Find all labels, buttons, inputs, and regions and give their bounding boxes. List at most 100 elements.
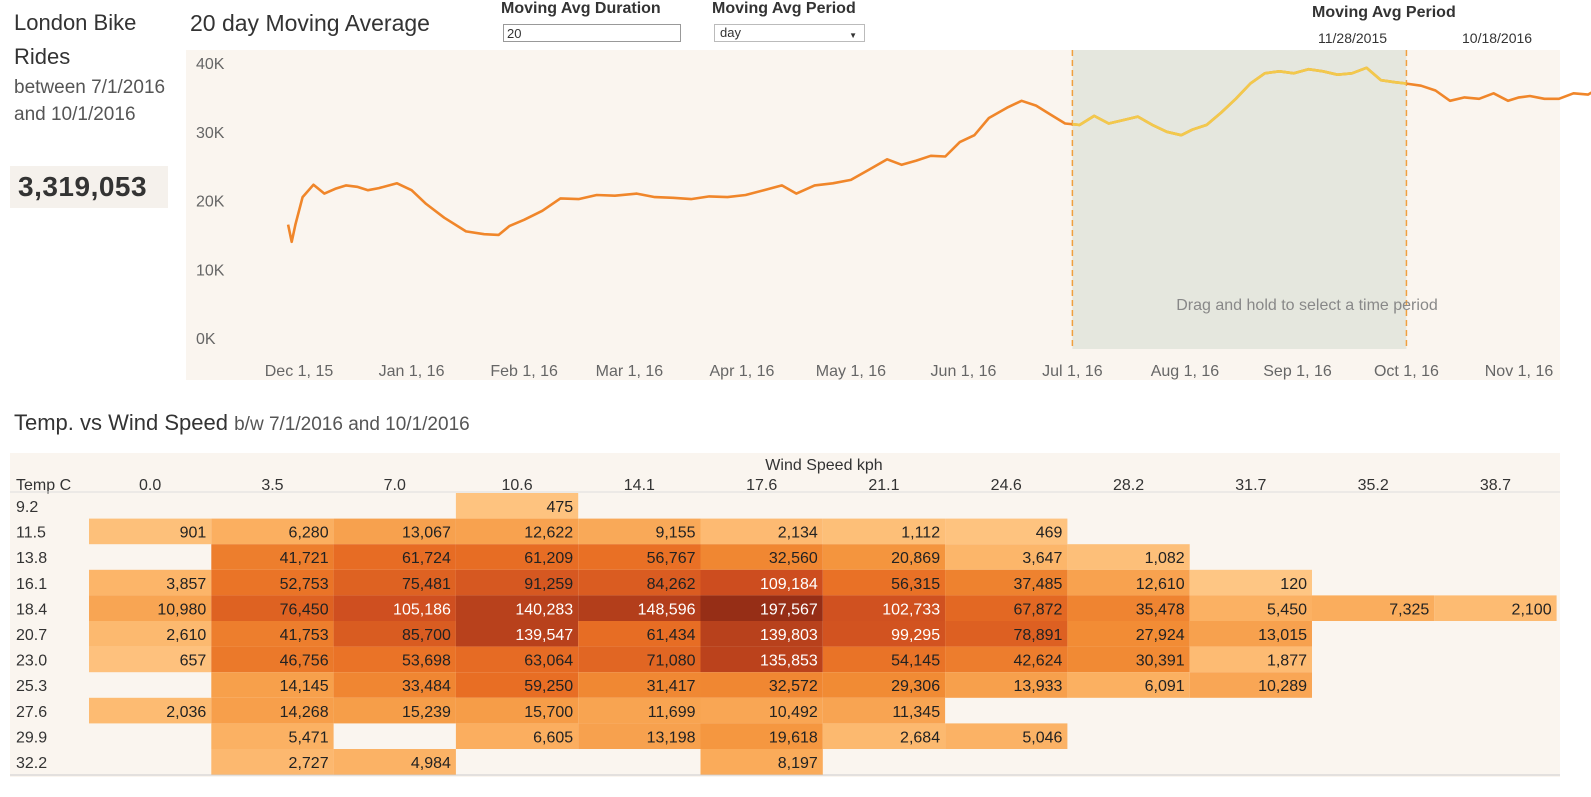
y-tick-label: 16.1	[16, 576, 47, 593]
heatmap-cell-label: 59,250	[524, 678, 573, 695]
heatmap-cell-label: 91,259	[524, 576, 573, 593]
heatmap-cell-label: 105,186	[393, 601, 451, 618]
heatmap-cell-label: 29,306	[891, 678, 940, 695]
x-tick-label: Oct 1, 16	[1374, 363, 1439, 380]
heatmap-cell-label: 56,315	[891, 576, 940, 593]
x-tick-label: 3.5	[261, 477, 283, 494]
y-tick-label: 30K	[196, 125, 225, 142]
heatmap-cell-label: 84,262	[647, 576, 696, 593]
heatmap-cell-label: 197,567	[760, 601, 818, 618]
heatmap-cell-label: 6,605	[533, 729, 573, 746]
heatmap-cell-label: 53,698	[402, 653, 451, 670]
heatmap-cell-label: 13,015	[1258, 627, 1307, 644]
heatmap-cell-label: 14,268	[280, 704, 329, 721]
heatmap-cell-label: 75,481	[402, 576, 451, 593]
heatmap-cell-label: 13,067	[402, 525, 451, 542]
heatmap-cell-label: 5,471	[289, 729, 329, 746]
heatmap-cell-label: 15,700	[524, 704, 573, 721]
heatmap-cell-label: 3,647	[1022, 550, 1062, 567]
heatmap-cell-label: 20,869	[891, 550, 940, 567]
heatmap-cell-label: 1,082	[1145, 550, 1185, 567]
temp-wind-heatmap: Wind Speed kph Temp C 0.0 3.5 7.0 10.6 14.1 17.…	[10, 453, 1560, 777]
y-axis-title: Temp C	[16, 477, 71, 494]
heatmap-cell-label: 475	[546, 499, 573, 516]
heatmap-cell-label: 30,391	[1136, 653, 1185, 670]
heatmap-cell-label: 657	[180, 653, 207, 670]
y-tick-label: 20.7	[16, 627, 47, 644]
heatmap-cell-label: 99,295	[891, 627, 940, 644]
heatmap-cell-label: 120	[1280, 576, 1307, 593]
x-tick-label: Nov 1, 16	[1485, 363, 1554, 380]
heatmap-cell-label: 41,721	[280, 550, 329, 567]
heatmap-cell-label: 2,036	[166, 704, 206, 721]
heatmap-cell-label: 27,924	[1136, 627, 1185, 644]
heatmap-cell-label: 139,547	[515, 627, 573, 644]
moving-average-chart[interactable]: 0K 10K 20K 30K 40K Dec 1, 15 Jan 1, 16 Feb 1, 1…	[0, 0, 1591, 395]
x-tick-label: Mar 1, 16	[596, 363, 664, 380]
heatmap-cell-label: 1,112	[901, 525, 940, 542]
x-tick-label: 0.0	[139, 477, 161, 494]
x-tick-label: 17.6	[746, 477, 777, 494]
heatmap-cell-label: 32,572	[769, 678, 818, 695]
heatmap-title: Temp. vs Wind Speed b/w 7/1/2016 and 10/…	[14, 410, 470, 436]
heatmap-cell-label: 67,872	[1013, 601, 1062, 618]
x-tick-label: 28.2	[1113, 477, 1144, 494]
selection-hint: Drag and hold to select a time period	[1176, 297, 1437, 314]
x-tick-label: 21.1	[868, 477, 899, 494]
x-tick-label: 7.0	[384, 477, 406, 494]
heatmap-cell-label: 71,080	[647, 653, 696, 670]
heatmap-cell-label: 37,485	[1013, 576, 1062, 593]
heatmap-cell-label: 6,280	[289, 525, 329, 542]
heatmap-cell-label: 54,145	[891, 653, 940, 670]
heatmap-title-main: Temp. vs Wind Speed	[14, 410, 228, 435]
heatmap-cell-label: 61,724	[402, 550, 451, 567]
heatmap-cell-label: 41,753	[280, 627, 329, 644]
heatmap-cell-label: 102,733	[882, 601, 940, 618]
heatmap-cell-label: 135,853	[760, 653, 818, 670]
x-tick-label: 10.6	[501, 477, 532, 494]
heatmap-cell-label: 148,596	[638, 601, 696, 618]
x-tick-label: Jul 1, 16	[1042, 363, 1103, 380]
heatmap-cell-label: 10,289	[1258, 678, 1307, 695]
heatmap-cell-label: 5,046	[1022, 729, 1062, 746]
y-tick-label: 11.5	[16, 525, 46, 542]
x-axis-title: Wind Speed kph	[765, 457, 882, 474]
y-tick-label: 9.2	[16, 499, 38, 516]
heatmap-cell-label: 19,618	[769, 729, 818, 746]
heatmap-cell-label: 85,700	[402, 627, 451, 644]
y-tick-label: 40K	[196, 56, 225, 73]
heatmap-cell-label: 33,484	[402, 678, 451, 695]
heatmap-cell-label: 14,145	[280, 678, 329, 695]
heatmap-cell-label: 56,767	[647, 550, 696, 567]
x-tick-label: Apr 1, 16	[710, 363, 775, 380]
y-tick-label: 25.3	[16, 678, 47, 695]
heatmap-cell-label: 3,857	[166, 576, 206, 593]
y-tick-label: 20K	[196, 194, 225, 211]
heatmap-cell-label: 12,610	[1136, 576, 1185, 593]
heatmap-cell-label: 2,134	[778, 525, 818, 542]
y-tick-label: 27.6	[16, 704, 47, 721]
heatmap-cell-label: 8,197	[778, 755, 818, 772]
heatmap-cell-label: 2,727	[289, 755, 329, 772]
heatmap-cell-label: 35,478	[1136, 601, 1185, 618]
heatmap-cell-label: 2,610	[166, 627, 206, 644]
heatmap-cell-label: 76,450	[280, 601, 329, 618]
x-tick-label: 24.6	[991, 477, 1022, 494]
heatmap-cell-label: 61,434	[647, 627, 696, 644]
heatmap-cell-label: 139,803	[760, 627, 818, 644]
heatmap-cell-label: 46,756	[280, 653, 329, 670]
heatmap-cell-label: 469	[1036, 525, 1063, 542]
heatmap-cell-label: 9,155	[655, 525, 695, 542]
heatmap-title-suffix: b/w 7/1/2016 and 10/1/2016	[234, 414, 470, 435]
x-tick-label: Jun 1, 16	[931, 363, 997, 380]
heatmap-cell-label: 1,877	[1267, 653, 1307, 670]
y-tick-label: 0K	[196, 331, 216, 348]
heatmap-cell-label: 13,933	[1013, 678, 1062, 695]
heatmap-cell-label: 32,560	[769, 550, 818, 567]
y-tick-label: 23.0	[16, 653, 47, 670]
heatmap-cell-label: 5,450	[1267, 601, 1307, 618]
heatmap-cell-label: 13,198	[647, 729, 696, 746]
heatmap-cell-label: 42,624	[1013, 653, 1062, 670]
x-tick-label: May 1, 16	[816, 363, 886, 380]
heatmap-cell-label: 109,184	[760, 576, 818, 593]
